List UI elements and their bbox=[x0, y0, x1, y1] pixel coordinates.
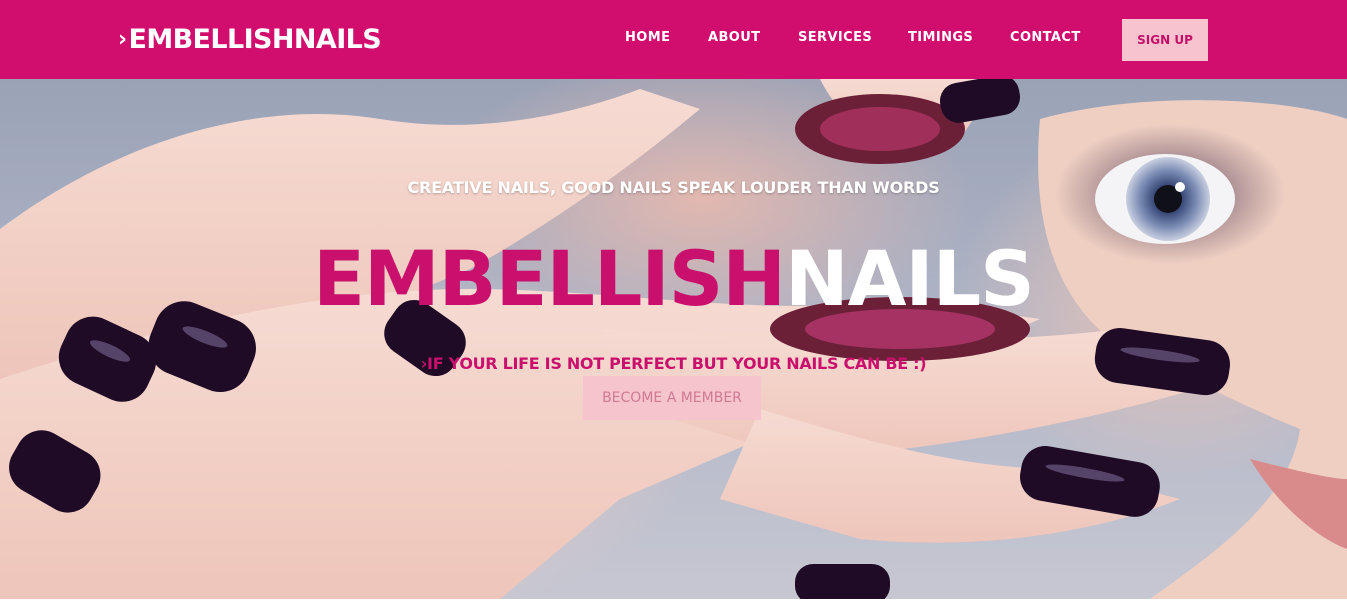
top-navbar: › EMBELLISHNAILS HOME ABOUT SERVICES TIM… bbox=[0, 0, 1347, 79]
nav-link-timings[interactable]: TIMINGS bbox=[908, 30, 973, 45]
hero-banner: CREATIVE NAILS, GOOD NAILS SPEAK LOUDER … bbox=[0, 79, 1347, 599]
hero-title: EMBELLISHNAILS bbox=[0, 237, 1347, 321]
brand-name: EMBELLISHNAILS bbox=[128, 23, 382, 55]
brand-logo[interactable]: › EMBELLISHNAILS bbox=[118, 22, 382, 56]
sign-up-button[interactable]: SIGN UP bbox=[1122, 19, 1208, 61]
nav-link-about[interactable]: ABOUT bbox=[708, 30, 760, 45]
hero-tagline: CREATIVE NAILS, GOOD NAILS SPEAK LOUDER … bbox=[407, 178, 940, 197]
become-member-button[interactable]: BECOME A MEMBER bbox=[583, 376, 761, 420]
chevron-right-icon: › bbox=[118, 26, 127, 52]
nav-link-home[interactable]: HOME bbox=[625, 30, 670, 45]
nav-link-services[interactable]: SERVICES bbox=[798, 30, 872, 45]
hero-subtitle: ›IF YOUR LIFE IS NOT PERFECT BUT YOUR NA… bbox=[420, 354, 927, 373]
hero-content: CREATIVE NAILS, GOOD NAILS SPEAK LOUDER … bbox=[0, 79, 1347, 599]
hero-title-part1: EMBELLISH bbox=[313, 234, 786, 323]
hero-title-part2: NAILS bbox=[785, 234, 1035, 323]
nav-link-contact[interactable]: CONTACT bbox=[1010, 30, 1081, 45]
